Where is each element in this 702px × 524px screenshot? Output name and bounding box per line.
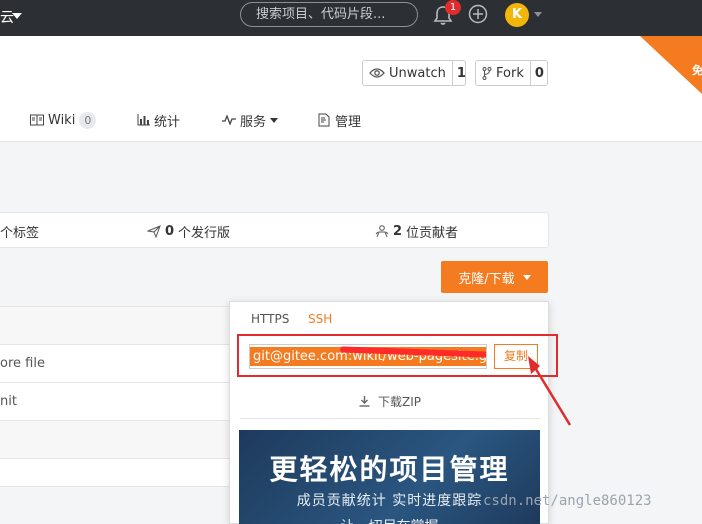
annotation-highlight-box	[237, 334, 558, 377]
download-zip-label: 下载ZIP	[378, 395, 421, 409]
promo-banner[interactable]: 更轻松的项目管理 成员贡献统计 实时进度跟踪 让一切尽在掌握	[239, 430, 540, 524]
repo-stats-bar: 个标签 0 个发行版 2 位贡献者	[0, 212, 549, 248]
tab-wiki[interactable]: Wiki 0	[30, 110, 97, 130]
banner-title: 更轻松的项目管理	[269, 453, 510, 486]
tags-stat[interactable]: 个标签	[0, 222, 39, 241]
tab-manage[interactable]: 管理	[318, 110, 361, 130]
divider	[240, 418, 540, 419]
paper-plane-icon	[147, 225, 161, 238]
list-item[interactable]: nit	[0, 383, 236, 421]
document-settings-icon	[318, 113, 330, 127]
notification-badge: 1	[445, 0, 461, 15]
unwatch-button[interactable]: Unwatch 1	[362, 60, 466, 86]
search-input[interactable]: 搜索项目、代码片段...	[240, 2, 418, 27]
unwatch-label: Unwatch	[389, 65, 446, 81]
contributors-count: 2	[393, 224, 403, 239]
fork-count: 0	[534, 65, 544, 81]
tab-https[interactable]: HTTPS	[251, 312, 289, 326]
fork-icon	[482, 66, 492, 80]
chevron-down-icon	[270, 117, 279, 123]
tab-stats-label: 统计	[154, 114, 181, 130]
tab-manage-label: 管理	[335, 114, 362, 130]
fork-label: Fork	[496, 65, 524, 81]
tab-wiki-label: Wiki	[48, 112, 76, 128]
clone-download-label: 克隆/下载	[458, 271, 515, 287]
download-zip-link[interactable]: 下载ZIP	[230, 393, 550, 410]
watch-count: 1	[456, 65, 466, 81]
eye-icon	[369, 68, 385, 78]
chevron-down-icon[interactable]	[534, 12, 542, 17]
top-navigation-bar: 云 搜索项目、代码片段... 1 K	[0, 0, 702, 36]
releases-count: 0	[165, 224, 175, 239]
avatar[interactable]: K	[505, 3, 529, 27]
tab-services-label: 服务	[240, 114, 267, 130]
file-list: ore file nit	[0, 306, 236, 487]
chevron-down-icon	[522, 274, 531, 280]
list-item-text: ore file	[0, 356, 45, 371]
contributors-stat[interactable]: 2 位贡献者	[375, 222, 458, 241]
tab-ssh[interactable]: SSH	[308, 312, 332, 326]
list-item-text: nit	[0, 394, 17, 409]
list-item[interactable]	[0, 307, 236, 345]
users-icon	[375, 225, 389, 238]
book-icon	[30, 114, 44, 126]
tags-label: 个标签	[0, 226, 40, 241]
download-icon	[359, 396, 370, 407]
wiki-count-badge: 0	[79, 111, 97, 129]
fork-button[interactable]: Fork 0	[475, 60, 548, 86]
tab-stats[interactable]: 统计	[137, 110, 180, 130]
releases-stat[interactable]: 0 个发行版	[147, 222, 230, 241]
tab-services[interactable]: 服务	[222, 110, 279, 130]
clone-download-button[interactable]: 克隆/下载	[441, 261, 548, 293]
releases-label: 个发行版	[178, 226, 231, 241]
list-item[interactable]: ore file	[0, 345, 236, 383]
chevron-down-icon[interactable]	[12, 13, 22, 19]
pulse-icon	[222, 115, 236, 125]
plus-circle-icon[interactable]	[468, 4, 488, 24]
banner-subtitle-2: 让一切尽在掌握	[239, 516, 540, 524]
watermark-text: csdn.net/angle860123	[483, 493, 652, 509]
contributors-label: 位贡献者	[406, 226, 459, 241]
bar-chart-icon	[137, 114, 150, 126]
list-item[interactable]	[0, 449, 236, 487]
corner-ribbon-text: 免	[692, 64, 702, 77]
